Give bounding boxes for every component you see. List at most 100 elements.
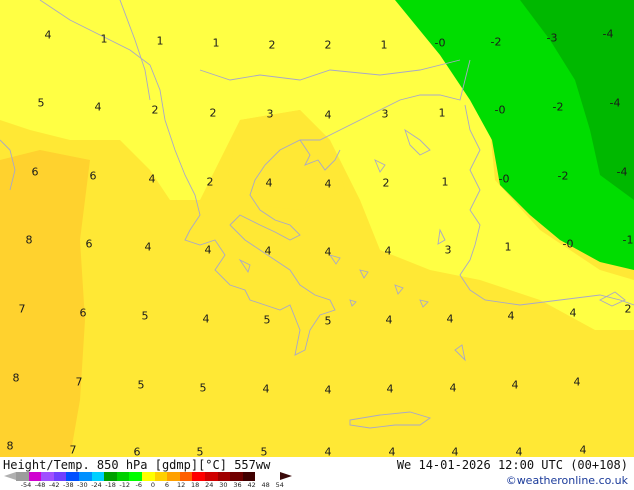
colorbar-segment [66, 472, 79, 481]
colorbar-tick-label: 30 [219, 481, 228, 489]
colorbar-segment [91, 472, 105, 481]
colorbar-high-arrow [280, 472, 292, 480]
temperature-value: -1 [622, 233, 634, 247]
colorbar-segment [53, 472, 67, 481]
temperature-value: 4 [265, 176, 273, 190]
temperature-value: -2 [490, 35, 502, 49]
temperature-value: 6 [133, 445, 141, 458]
colorbar-tick-label: 6 [164, 481, 170, 489]
colorbar-tick-label: 54 [275, 481, 284, 489]
temperature-value: 2 [209, 106, 217, 120]
temperature-value: 3 [266, 107, 274, 121]
temperature-value: 5 [260, 445, 268, 458]
temperature-value: 4 [44, 28, 52, 42]
temperature-value: 4 [573, 375, 581, 389]
temperature-value: 1 [438, 106, 446, 120]
temperature-value: -2 [552, 100, 564, 114]
temperature-value: -4 [602, 27, 614, 41]
colorbar-tick-label: -12 [119, 481, 130, 489]
temperature-value: 4 [507, 309, 515, 323]
temperature-value: -3 [546, 31, 558, 45]
colorbar-tick-label: -6 [135, 481, 143, 489]
temperature-value: -2 [557, 169, 569, 183]
map-title: Height/Temp. 850 hPa [gdmp][°C] 557ww [3, 458, 271, 472]
colorbar-tick-label: 36 [233, 481, 242, 489]
colorbar-tick-label: -54 [20, 481, 32, 489]
temperature-value: 5 [37, 96, 45, 110]
temperature-value: 4 [324, 177, 332, 191]
temperature-value: 4 [148, 172, 156, 186]
temperature-value: 4 [579, 443, 587, 457]
colorbar-low-arrow [4, 472, 16, 480]
temperature-value: -0 [562, 237, 574, 251]
temperature-value: 1 [212, 36, 220, 50]
colorbar-segment [242, 472, 256, 481]
temperature-value: 1 [380, 38, 388, 52]
temperature-value: 4 [324, 108, 332, 122]
temperature-value: 4 [386, 382, 394, 396]
temperature-value: 4 [451, 445, 459, 458]
temperature-value: 4 [144, 240, 152, 254]
colorbar-tick-label: -30 [77, 481, 88, 489]
temperature-value: 6 [85, 237, 93, 251]
temperature-value: 4 [511, 378, 519, 392]
colorbar-tick-label: -38 [62, 481, 74, 489]
colorbar-tick-label: -48 [34, 481, 46, 489]
temperature-value: 4 [204, 243, 212, 257]
temperature-value: 2 [382, 176, 390, 190]
temperature-value: 1 [156, 34, 164, 48]
temperature-value: 1 [100, 32, 108, 46]
colorbar-segment [141, 472, 155, 481]
temperature-value: 5 [196, 445, 204, 458]
temperature-value: 7 [69, 443, 77, 457]
temperature-value: 3 [444, 243, 452, 257]
colorbar-tick-label: 48 [261, 481, 270, 489]
temperature-value: 7 [75, 375, 83, 389]
temperature-value: 4 [515, 445, 523, 458]
colorbar [16, 472, 256, 481]
temperature-value: 5 [137, 378, 145, 392]
temperature-value: -4 [616, 165, 628, 179]
temperature-value: 6 [89, 169, 97, 183]
temperature-value: -0 [434, 36, 446, 50]
temperature-value: 4 [388, 445, 396, 458]
warm-west-zone [0, 150, 90, 457]
colorbar-tick-label: -42 [48, 481, 60, 489]
colorbar-segment [167, 472, 180, 481]
temperature-value: 4 [264, 244, 272, 258]
colorbar-tick-label: -18 [105, 481, 116, 489]
colorbar-segment [217, 472, 231, 481]
temperature-value: 1 [441, 175, 449, 189]
temperature-value: 5 [141, 309, 149, 323]
colorbar-tick-label: 24 [205, 481, 214, 489]
colorbar-tick-label: 18 [191, 481, 200, 489]
temperature-value: 2 [624, 302, 632, 316]
colorbar-tick-label: -24 [91, 481, 102, 489]
site-credit[interactable]: ©weatheronline.co.uk [506, 474, 628, 487]
colorbar-segment [16, 472, 29, 481]
temperature-value: 6 [79, 306, 87, 320]
temperature-value: 3 [381, 107, 389, 121]
colorbar-segment [28, 472, 42, 481]
temperature-value: 2 [268, 38, 276, 52]
temperature-value: 4 [384, 244, 392, 258]
temperature-value: 5 [324, 314, 332, 328]
colorbar-tick-label: 0 [150, 481, 155, 489]
temperature-value: 4 [324, 245, 332, 259]
temperature-value: -0 [498, 172, 510, 186]
temperature-value: 4 [202, 312, 210, 326]
colorbar-segment [204, 472, 218, 481]
temperature-value: 8 [25, 233, 33, 247]
temperature-value: 4 [262, 382, 270, 396]
temperature-value: 8 [12, 371, 20, 385]
colorbar-segment [78, 472, 92, 481]
temperature-map [0, 0, 634, 457]
colorbar-segment [116, 472, 130, 481]
colorbar-tick-label: 42 [247, 481, 256, 489]
temperature-value: 4 [324, 383, 332, 397]
temperature-value: 4 [449, 381, 457, 395]
colorbar-tick-label: 12 [176, 481, 186, 489]
temperature-value: 4 [385, 313, 393, 327]
colorbar-segment [104, 472, 117, 481]
temperature-value: 4 [94, 100, 102, 114]
